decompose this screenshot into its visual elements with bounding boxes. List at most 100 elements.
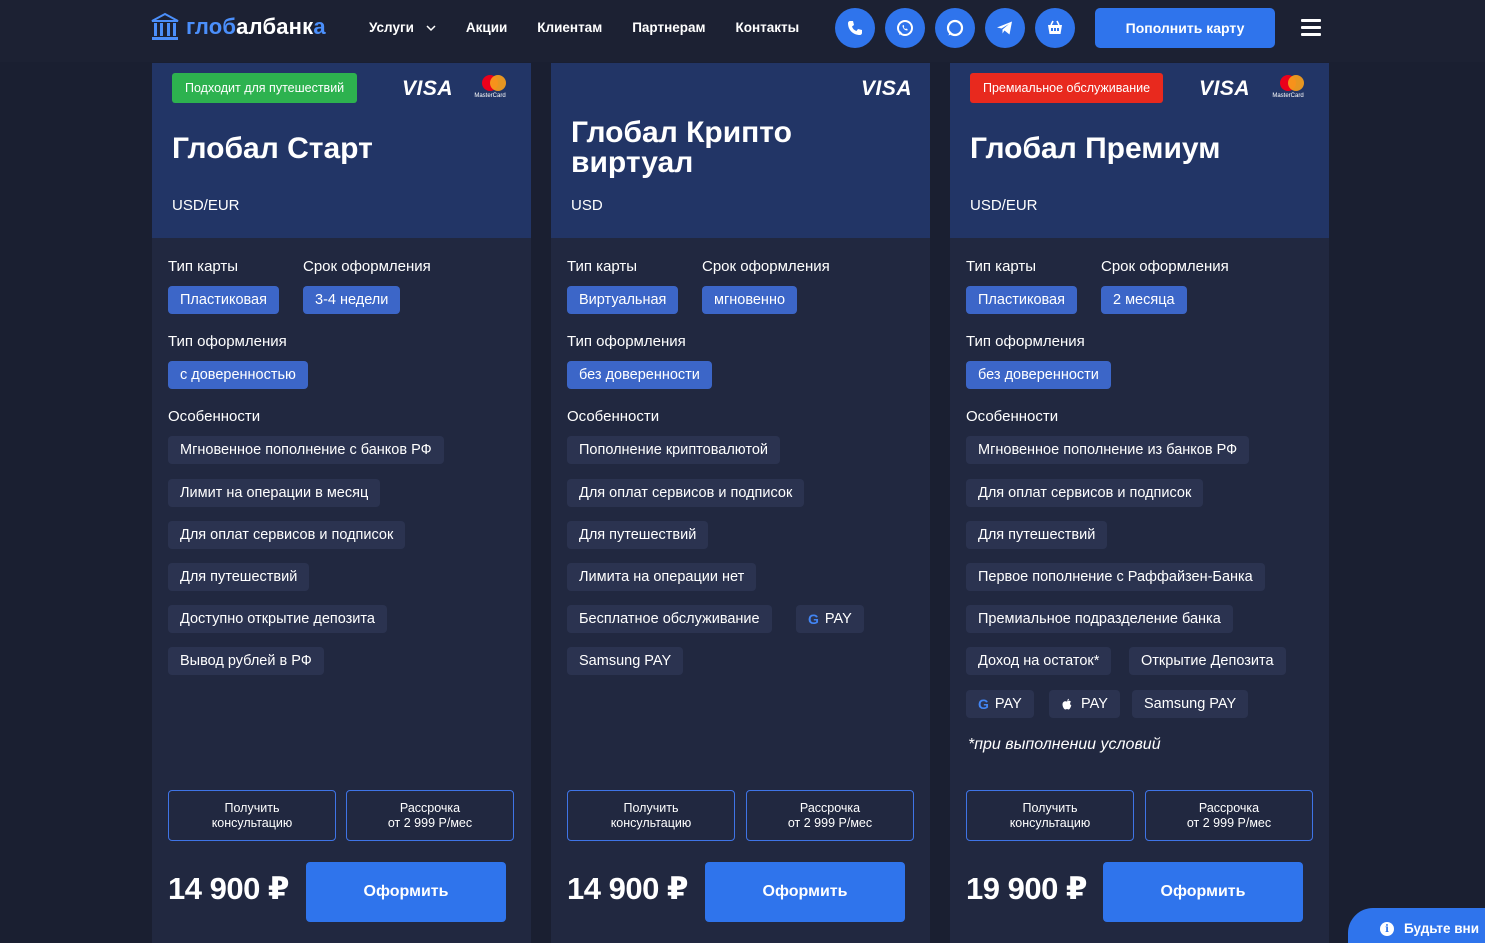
issue-time-chip: мгновенно — [702, 286, 798, 314]
card-currency: USD/EUR — [970, 197, 1038, 214]
visa-logo: VISA — [861, 77, 913, 100]
consultation-button[interactable]: Получить консультацию — [168, 790, 336, 841]
features-label: Особенности — [168, 408, 261, 425]
installment-button[interactable]: Рассрочка от 2 999 Р/мес — [1145, 790, 1313, 841]
card-currency: USD — [571, 197, 603, 214]
nav-label: Услуги — [369, 20, 414, 35]
chat-icon — [946, 19, 964, 37]
issue-type-chip: с доверенностью — [168, 361, 308, 389]
google-pay-tag: G PAY — [796, 605, 864, 633]
premium-badge: Премиальное обслуживание — [970, 73, 1164, 103]
feature-tag: Бесплатное обслуживание — [567, 605, 772, 633]
topup-card-button[interactable]: Пополнить карту — [1095, 8, 1275, 48]
installment-button[interactable]: Рассрочка от 2 999 Р/мес — [346, 790, 514, 841]
issue-type-label: Тип оформления — [168, 333, 287, 350]
phone-button[interactable] — [835, 8, 875, 48]
feature-tag: Для оплат сервисов и подписок — [168, 521, 406, 549]
telegram-button[interactable] — [985, 8, 1025, 48]
feature-tag: Доступно открытие депозита — [168, 605, 387, 633]
card-header: Премиальное обслуживание VISA MasterCard… — [950, 63, 1329, 238]
apply-button[interactable]: Оформить — [1103, 862, 1303, 922]
notice-text: Будьте вни — [1404, 921, 1480, 936]
apply-button[interactable]: Оформить — [705, 862, 905, 922]
issue-time-chip: 3-4 недели — [303, 286, 401, 314]
product-card-crypto: VISA Глобал Крипто виртуал USD Тип карты… — [551, 63, 930, 943]
card-type-chip: Пластиковая — [168, 286, 279, 314]
features-label: Особенности — [966, 408, 1059, 425]
card-type-chip: Пластиковая — [966, 286, 1077, 314]
feature-tag: Доход на остаток* — [966, 647, 1112, 675]
issue-type-chip: без доверенности — [567, 361, 712, 389]
installment-button[interactable]: Рассрочка от 2 999 Р/мес — [746, 790, 914, 841]
feature-tag: Пополнение криптовалютой — [567, 436, 780, 464]
menu-icon[interactable] — [1301, 19, 1321, 36]
feature-tag: Для путешествий — [168, 563, 310, 591]
feature-tag: Лимита на операции нет — [567, 563, 757, 591]
basket-icon — [1048, 20, 1062, 34]
feature-tag: Для путешествий — [567, 521, 709, 549]
telegram-icon — [997, 21, 1012, 35]
consultation-button[interactable]: Получить консультацию — [567, 790, 735, 841]
feature-tag: Первое пополнение с Раффайзен-Банка — [966, 563, 1265, 591]
phone-icon — [848, 21, 862, 35]
features-label: Особенности — [567, 408, 660, 425]
feature-tag: Вывод рублей в РФ — [168, 647, 324, 675]
issue-time-label: Срок оформления — [702, 258, 830, 275]
nav-item-partners[interactable]: Партнерам — [632, 20, 705, 35]
logo-text: глобалбанка — [186, 14, 326, 39]
feature-tag: Открытие Депозита — [1129, 647, 1286, 675]
site-header: глобалбанка Услуги Акции Клиентам Партне… — [0, 0, 1485, 62]
card-type-label: Тип карты — [966, 258, 1037, 275]
card-currency: USD/EUR — [172, 197, 240, 214]
google-icon: G — [978, 696, 989, 712]
card-title: Глобал Старт — [172, 132, 373, 165]
nav-label: Контакты — [735, 20, 800, 35]
basket-button[interactable] — [1035, 8, 1075, 48]
feature-tag: Для оплат сервисов и подписок — [567, 479, 805, 507]
apply-button[interactable]: Оформить — [306, 862, 506, 922]
feature-tag: Для путешествий — [966, 521, 1108, 549]
bank-icon — [151, 12, 179, 40]
card-price: 14 900 ₽ — [567, 871, 689, 906]
card-header: VISA Глобал Крипто виртуал USD — [551, 63, 930, 238]
google-icon: G — [808, 611, 819, 627]
feature-tag: Мгновенное пополнение из банков РФ — [966, 436, 1250, 464]
card-title: Глобал Крипто виртуал — [571, 116, 792, 179]
consultation-button[interactable]: Получить консультацию — [966, 790, 1134, 841]
issue-type-label: Тип оформления — [966, 333, 1085, 350]
conditions-note: *при выполнении условий — [968, 736, 1161, 753]
info-icon: i — [1380, 922, 1394, 936]
nav-item-clients[interactable]: Клиентам — [537, 20, 602, 35]
nav-item-services[interactable]: Услуги — [369, 20, 436, 35]
card-type-label: Тип карты — [567, 258, 638, 275]
nav-item-promotions[interactable]: Акции — [466, 20, 507, 35]
main-nav: Услуги Акции Клиентам Партнерам Контакты — [369, 20, 829, 35]
card-type-label: Тип карты — [168, 258, 239, 275]
travel-badge: Подходит для путешествий — [172, 73, 358, 103]
card-type-chip: Виртуальная — [567, 286, 679, 314]
nav-label: Партнерам — [632, 20, 706, 35]
feature-tag: Премиальное подразделение банка — [966, 605, 1233, 633]
mastercard-logo: MasterCard — [469, 75, 511, 103]
chat-button[interactable] — [935, 8, 975, 48]
card-price: 14 900 ₽ — [168, 871, 290, 906]
issue-time-label: Срок оформления — [1101, 258, 1229, 275]
issue-type-label: Тип оформления — [567, 333, 686, 350]
issue-time-chip: 2 месяца — [1101, 286, 1187, 314]
feature-tag: Samsung PAY — [1132, 690, 1249, 718]
feature-tag: Мгновенное пополнение с банков РФ — [168, 436, 444, 464]
visa-logo: VISA — [402, 77, 454, 100]
logo[interactable]: глобалбанка — [150, 12, 326, 42]
feature-tag: Для оплат сервисов и подписок — [966, 479, 1204, 507]
whatsapp-button[interactable] — [885, 8, 925, 48]
whatsapp-icon — [897, 20, 913, 36]
card-price: 19 900 ₽ — [966, 871, 1088, 906]
card-header: Подходит для путешествий VISA MasterCard… — [152, 63, 531, 238]
feature-tag: Samsung PAY — [567, 647, 684, 675]
visa-logo: VISA — [1199, 77, 1251, 100]
issue-type-chip: без доверенности — [966, 361, 1111, 389]
nav-label: Акции — [465, 20, 508, 35]
attention-notice[interactable]: i Будьте вни — [1348, 908, 1485, 943]
nav-item-contacts[interactable]: Контакты — [735, 20, 799, 35]
apple-icon — [1062, 698, 1072, 709]
